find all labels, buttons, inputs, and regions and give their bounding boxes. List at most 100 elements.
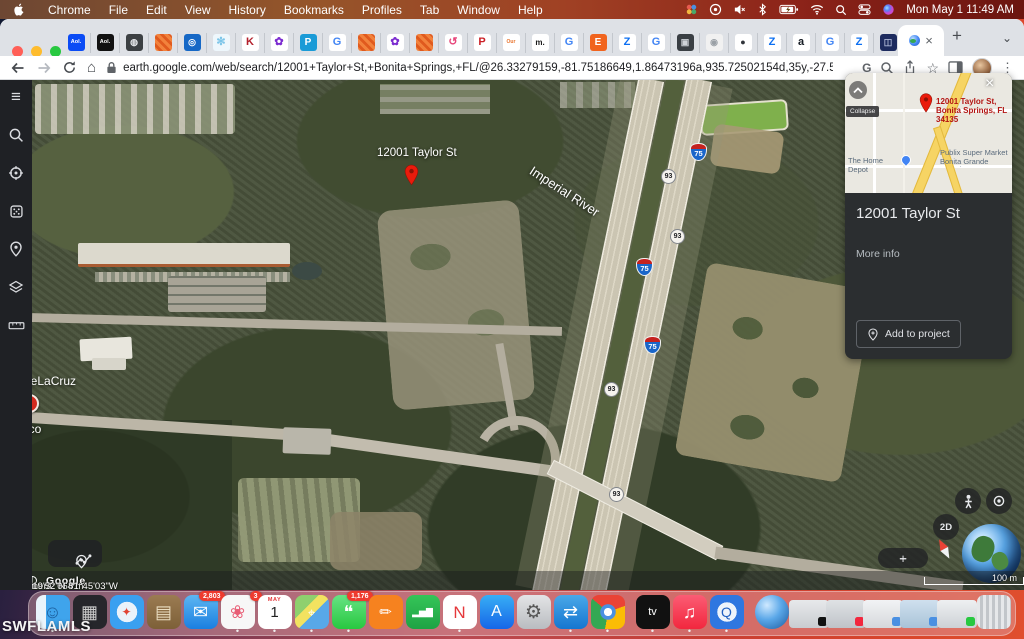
- map-style-layers-icon[interactable]: [7, 278, 25, 296]
- pinned-tab[interactable]: ▣: [671, 33, 700, 53]
- feeling-lucky-dice-icon[interactable]: [7, 202, 25, 220]
- omnibox[interactable]: earth.google.com/web/search/12001+Taylor…: [106, 61, 833, 74]
- forward-button[interactable]: [36, 60, 52, 76]
- measure-ruler-icon[interactable]: [7, 316, 25, 334]
- menu-item[interactable]: Window: [448, 3, 509, 17]
- dock-appstore[interactable]: A: [478, 595, 515, 635]
- pinned-tab[interactable]: E: [584, 33, 613, 53]
- close-card-icon[interactable]: ×: [985, 75, 994, 93]
- pinned-tab[interactable]: ◎: [178, 33, 207, 53]
- menu-item[interactable]: Bookmarks: [275, 3, 353, 17]
- pinned-tab[interactable]: G: [642, 33, 671, 53]
- pinned-tab[interactable]: a: [787, 33, 816, 53]
- dock-apple-tv[interactable]: tv •: [634, 595, 671, 635]
- pinned-tab[interactable]: Z: [613, 33, 642, 53]
- voyager-icon[interactable]: [7, 164, 25, 182]
- menu-item[interactable]: Tab: [411, 3, 448, 17]
- dock-teamviewer[interactable]: ⇄ •: [552, 595, 589, 635]
- menu-item[interactable]: View: [176, 3, 220, 17]
- pinned-tab[interactable]: G: [555, 33, 584, 53]
- minimized-window[interactable]: [938, 595, 975, 635]
- dock-messages[interactable]: ❝ 1,176 •: [330, 595, 367, 635]
- pinned-tab[interactable]: K: [236, 33, 265, 53]
- pinned-tab[interactable]: G: [816, 33, 845, 53]
- dock-quicktime[interactable]: Q •: [708, 595, 745, 635]
- menu-item[interactable]: File: [100, 3, 137, 17]
- active-tab[interactable]: ×: [898, 25, 944, 56]
- minimap[interactable]: 12001 Taylor St, Bonita Springs, FL 3413…: [845, 73, 1012, 193]
- dock-chart-app[interactable]: ▂▅▇: [404, 595, 441, 635]
- pinned-tab[interactable]: [352, 33, 381, 53]
- collapse-chevron-icon[interactable]: [849, 81, 867, 99]
- menu-item[interactable]: Profiles: [353, 3, 411, 17]
- pinned-tab[interactable]: ↺: [439, 33, 468, 53]
- apple-menu-icon[interactable]: [12, 2, 25, 17]
- bluetooth-icon[interactable]: [757, 3, 768, 16]
- minimized-window[interactable]: [790, 595, 827, 635]
- pinned-tab[interactable]: Aol.: [62, 33, 91, 53]
- pinned-tab[interactable]: ✻: [207, 33, 236, 53]
- dock-photos[interactable]: ❀ 3 •: [219, 595, 256, 635]
- back-button[interactable]: [10, 60, 26, 76]
- pinned-tab[interactable]: ◍: [120, 33, 149, 53]
- reload-button[interactable]: [62, 60, 77, 75]
- more-info-link[interactable]: More info: [856, 248, 1012, 260]
- home-button[interactable]: ⌂: [87, 59, 96, 76]
- dock-safari[interactable]: ✦: [108, 595, 145, 635]
- minimap-pin-label: 12001 Taylor St, Bonita Springs, FL 3413…: [936, 97, 1008, 127]
- pinned-tab[interactable]: P: [294, 33, 323, 53]
- pinned-tab[interactable]: m.: [526, 33, 555, 53]
- zoom-in-button[interactable]: +: [899, 551, 907, 566]
- dock-trash[interactable]: [975, 595, 1012, 635]
- look-around-button[interactable]: [986, 488, 1012, 514]
- spotlight-icon[interactable]: [835, 4, 847, 16]
- search-icon[interactable]: [7, 126, 25, 144]
- pinned-tab[interactable]: ✿: [265, 33, 294, 53]
- tab-close-icon[interactable]: ×: [925, 34, 933, 47]
- pinned-tab[interactable]: Z: [845, 33, 874, 53]
- dock-chrome[interactable]: •: [589, 595, 626, 635]
- tab-overflow-chevron-icon[interactable]: ⌄: [1002, 31, 1012, 45]
- minimized-window[interactable]: [827, 595, 864, 635]
- pinned-tabs: Aol. Aol. ◍ ◎ ✻: [62, 29, 932, 56]
- dock-music[interactable]: ♫ •: [671, 595, 708, 635]
- colorful-app-icon[interactable]: [685, 3, 698, 16]
- menu-item[interactable]: Edit: [137, 3, 176, 17]
- siri-icon[interactable]: [882, 3, 895, 16]
- minimized-window[interactable]: [864, 595, 901, 635]
- wifi-icon[interactable]: [810, 4, 824, 15]
- pinned-tab[interactable]: ✿: [381, 33, 410, 53]
- screen-record-icon[interactable]: [709, 3, 722, 16]
- dock-news[interactable]: N •: [441, 595, 478, 635]
- pinned-tab[interactable]: [410, 33, 439, 53]
- lock-icon[interactable]: [106, 61, 117, 74]
- new-tab-button[interactable]: +: [952, 27, 962, 44]
- pinned-tab[interactable]: [149, 33, 178, 53]
- pinned-tab[interactable]: Our: [497, 33, 526, 53]
- placemark-pin-icon[interactable]: [7, 240, 25, 258]
- menu-clock[interactable]: Mon May 1 11:49 AM: [906, 4, 1014, 16]
- menu-icon[interactable]: ≡: [7, 88, 25, 106]
- mute-icon[interactable]: [733, 3, 746, 16]
- add-to-project-button[interactable]: Add to project: [856, 320, 961, 348]
- pinned-tab[interactable]: P: [468, 33, 497, 53]
- pinned-tab[interactable]: ◉: [700, 33, 729, 53]
- minimized-window[interactable]: [901, 595, 938, 635]
- pinned-tab[interactable]: Aol.: [91, 33, 120, 53]
- pegman-button[interactable]: [955, 488, 981, 514]
- menu-item[interactable]: Chrome: [39, 3, 100, 17]
- menu-item[interactable]: History: [220, 3, 275, 17]
- pinned-tab[interactable]: ●: [729, 33, 758, 53]
- pinned-tab[interactable]: G: [323, 33, 352, 53]
- control-center-icon[interactable]: [858, 3, 871, 16]
- dock-globe[interactable]: [753, 595, 790, 635]
- dock-contacts[interactable]: ▤: [145, 595, 182, 635]
- menu-item[interactable]: Help: [509, 3, 552, 17]
- pinned-tab[interactable]: Z: [758, 33, 787, 53]
- dock-maps[interactable]: ⌖ •: [293, 595, 330, 635]
- dock-pencil-app[interactable]: ✏: [367, 595, 404, 635]
- pinned-tab-favicon: ◫: [880, 34, 897, 51]
- dock-mail[interactable]: ✉ 2,803: [182, 595, 219, 635]
- dock-settings[interactable]: ⚙: [515, 595, 552, 635]
- dock-calendar[interactable]: MAY 1 •: [256, 595, 293, 635]
